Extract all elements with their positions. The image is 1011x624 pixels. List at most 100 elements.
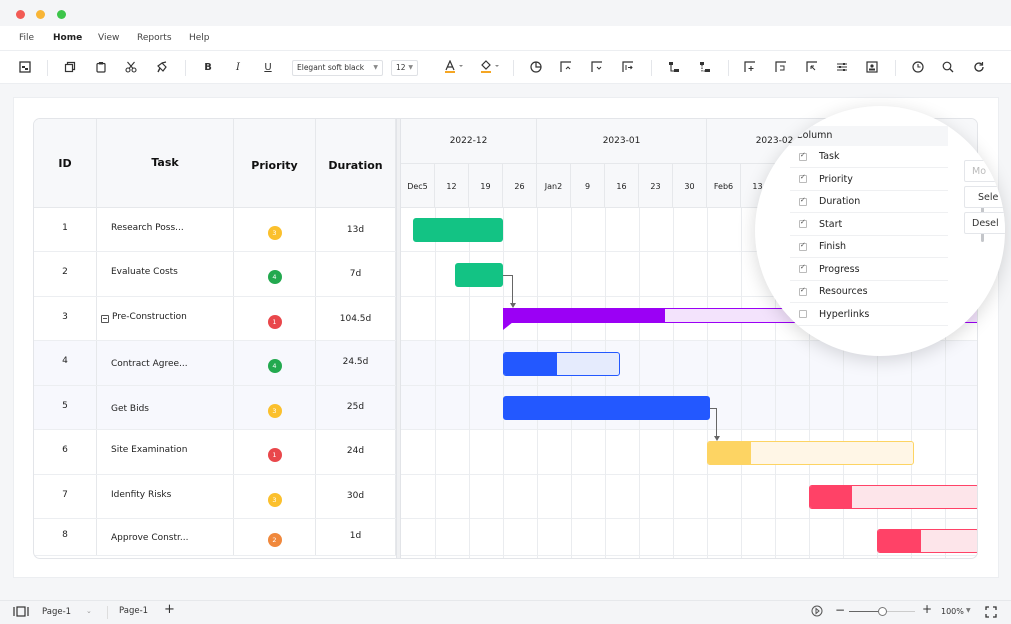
font-family-select[interactable]: Elegant soft black ▼	[292, 60, 383, 76]
checkbox[interactable]	[799, 263, 807, 273]
add-subtask-icon[interactable]	[666, 59, 682, 75]
column-option[interactable]: Duration	[790, 191, 948, 213]
cell-task[interactable]: Research Poss...	[97, 208, 234, 251]
cell-duration[interactable]: 104.5d	[316, 297, 396, 340]
cut-icon[interactable]	[123, 59, 139, 75]
task-bar[interactable]	[707, 440, 915, 465]
task-bar[interactable]	[412, 218, 503, 242]
collapse-icon[interactable]	[101, 314, 109, 323]
move-down-icon[interactable]	[589, 59, 605, 75]
menu-view[interactable]: View	[98, 33, 119, 43]
settings-sliders-icon[interactable]	[834, 59, 850, 75]
image-icon[interactable]	[864, 59, 880, 75]
outdent-icon[interactable]	[804, 59, 820, 75]
cell-priority[interactable]: 3	[234, 475, 316, 518]
zoom-level-select[interactable]: 100%	[941, 607, 964, 616]
task-bar[interactable]	[503, 351, 621, 376]
chevron-down-icon[interactable]: ⌄	[86, 607, 92, 615]
checkbox[interactable]	[799, 218, 807, 228]
cell-priority[interactable]: 1	[234, 297, 316, 340]
menu-home[interactable]: Home	[53, 33, 82, 43]
cell-priority[interactable]: 4	[234, 341, 316, 385]
column-header-id[interactable]: ID	[34, 119, 97, 208]
cell-task[interactable]: Evaluate Costs	[97, 252, 234, 296]
cell-duration[interactable]: 7d	[316, 252, 396, 296]
column-option[interactable]: Task	[790, 146, 948, 168]
menu-file[interactable]: File	[19, 33, 34, 43]
column-option[interactable]: Resources	[790, 281, 948, 303]
zoom-slider-handle[interactable]	[878, 607, 887, 616]
cell-task[interactable]: Pre-Construction	[97, 297, 234, 340]
chevron-down-icon[interactable]: ▼	[966, 607, 971, 614]
column-option[interactable]: Hyperlinks	[790, 304, 948, 326]
cell-task[interactable]: Contract Agree...	[97, 341, 234, 385]
page-layout-icon[interactable]	[17, 59, 33, 75]
page-view-icon[interactable]	[13, 606, 29, 620]
progress-chart-icon[interactable]	[528, 59, 544, 75]
page-tab[interactable]: Page-1	[119, 606, 148, 616]
refresh-icon[interactable]	[971, 59, 987, 75]
insert-column-icon[interactable]	[773, 59, 789, 75]
copy-icon[interactable]	[62, 59, 78, 75]
fullscreen-icon[interactable]	[985, 606, 997, 621]
add-page-button[interactable]: +	[164, 602, 175, 617]
format-painter-icon[interactable]	[154, 59, 170, 75]
minimize-window-button[interactable]	[36, 10, 45, 19]
cell-task[interactable]: Site Examination	[97, 430, 234, 474]
column-header-duration[interactable]: Duration	[316, 119, 396, 208]
checkbox[interactable]	[799, 151, 807, 161]
cell-priority[interactable]: 3	[234, 386, 316, 429]
cell-priority[interactable]: 4	[234, 252, 316, 296]
play-icon[interactable]	[811, 605, 823, 620]
cell-task[interactable]: Idenfity Risks	[97, 475, 234, 518]
link-subtask-icon[interactable]	[697, 59, 713, 75]
indent-icon[interactable]	[620, 59, 636, 75]
zoom-out-button[interactable]: −	[835, 603, 845, 617]
column-option[interactable]: Finish	[790, 236, 948, 258]
cell-duration[interactable]: 24.5d	[316, 341, 396, 385]
fill-color-icon[interactable]	[479, 59, 501, 75]
task-bar[interactable]	[877, 528, 977, 553]
cell-duration[interactable]: 1d	[316, 519, 396, 555]
font-size-select[interactable]: 12 ▼	[391, 60, 418, 76]
task-bar[interactable]	[503, 396, 711, 420]
zoom-in-button[interactable]: +	[922, 602, 932, 616]
cell-priority[interactable]: 1	[234, 430, 316, 474]
move-up-icon[interactable]	[558, 59, 574, 75]
column-option[interactable]: Priority	[790, 169, 948, 191]
close-window-button[interactable]	[16, 10, 25, 19]
dependency-connector[interactable]	[503, 274, 513, 303]
checkbox[interactable]	[799, 286, 807, 296]
column-option[interactable]: Start	[790, 214, 948, 236]
table-row[interactable]: 8 Approve Constr... 2 1d	[34, 519, 977, 556]
more-button[interactable]: Mo	[964, 160, 1005, 182]
menu-reports[interactable]: Reports	[137, 33, 172, 43]
column-option[interactable]: Progress	[790, 259, 948, 281]
zoom-slider[interactable]	[849, 607, 915, 616]
cell-duration[interactable]: 24d	[316, 430, 396, 474]
dependency-connector[interactable]	[710, 408, 717, 436]
insert-row-icon[interactable]	[742, 59, 758, 75]
checkbox[interactable]	[799, 241, 807, 251]
bold-button[interactable]: B	[200, 59, 216, 75]
task-bar[interactable]	[809, 485, 977, 509]
search-icon[interactable]	[940, 59, 956, 75]
maximize-window-button[interactable]	[57, 10, 66, 19]
cell-duration[interactable]: 30d	[316, 475, 396, 518]
deselect-all-button[interactable]: Desel	[964, 212, 1005, 234]
checkbox[interactable]	[799, 196, 807, 206]
menu-help[interactable]: Help	[189, 33, 210, 43]
column-header-task[interactable]: Task	[97, 119, 234, 208]
page-select[interactable]: Page-1	[42, 607, 71, 617]
cell-duration[interactable]: 13d	[316, 208, 396, 251]
cell-priority[interactable]: 2	[234, 519, 316, 555]
checkbox[interactable]	[799, 310, 807, 318]
cell-duration[interactable]: 25d	[316, 386, 396, 429]
paste-icon[interactable]	[93, 59, 109, 75]
underline-button[interactable]: U	[260, 59, 276, 75]
clock-icon[interactable]	[910, 59, 926, 75]
select-all-button[interactable]: Sele	[964, 186, 1005, 208]
italic-button[interactable]: I	[230, 59, 246, 75]
font-color-icon[interactable]	[443, 59, 465, 75]
checkbox[interactable]	[799, 173, 807, 183]
